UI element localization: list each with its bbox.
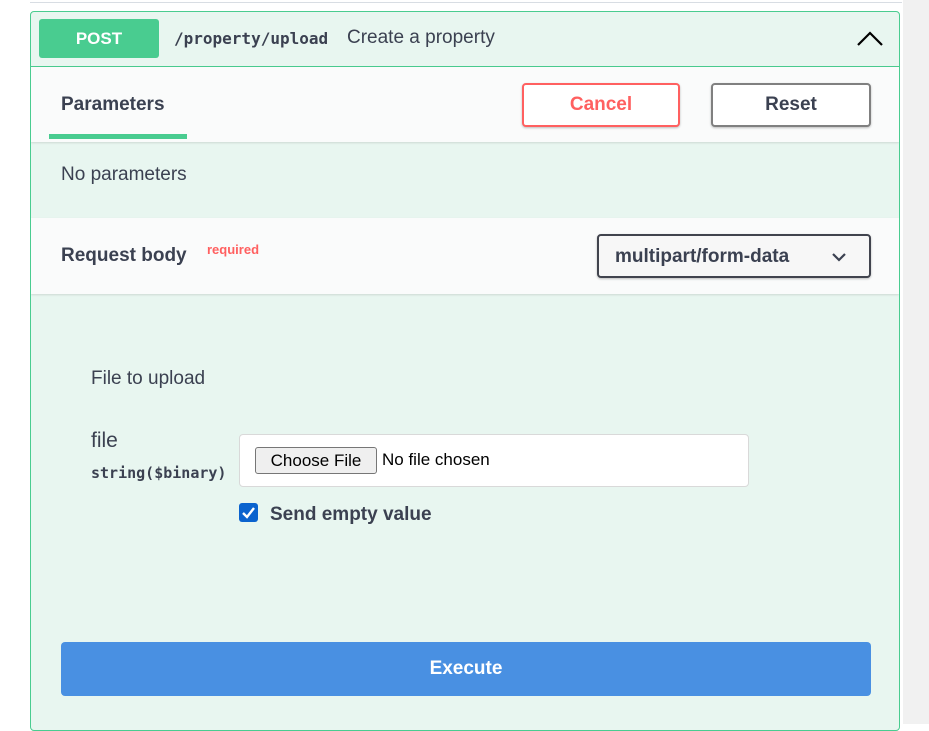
operation-block: POST /property/upload Create a property … — [30, 11, 900, 731]
operation-summary[interactable]: POST /property/upload Create a property — [31, 12, 899, 67]
execute-button[interactable]: Execute — [61, 642, 871, 696]
tab-active-indicator — [49, 134, 187, 139]
tab-parameters-label: Parameters — [61, 94, 165, 115]
endpoint-path: /property/upload — [174, 29, 329, 48]
no-parameters-text: No parameters — [61, 164, 187, 185]
parameters-header: Parameters Cancel Reset — [31, 67, 899, 142]
send-empty-checkbox[interactable] — [239, 503, 258, 522]
content-type-value: multipart/form-data — [615, 246, 790, 267]
request-body-label: Request body — [61, 245, 187, 266]
file-to-upload-title: File to upload — [91, 368, 206, 389]
tab-parameters[interactable]: Parameters — [49, 67, 187, 142]
file-input[interactable]: Choose File No file chosen — [239, 434, 749, 487]
reset-button[interactable]: Reset — [711, 83, 871, 127]
divider — [30, 2, 902, 3]
param-name: file — [91, 429, 118, 452]
content-type-select[interactable]: multipart/form-data — [597, 234, 871, 278]
checkmark-icon — [242, 507, 255, 519]
choose-file-button[interactable]: Choose File — [255, 447, 377, 474]
scrollbar-track[interactable] — [903, 0, 929, 724]
request-body-header: Request body required multipart/form-dat… — [31, 218, 899, 294]
chevron-down-icon — [831, 250, 847, 262]
send-empty-label: Send empty value — [270, 504, 432, 525]
cancel-button[interactable]: Cancel — [522, 83, 680, 127]
required-badge: required — [207, 242, 260, 257]
file-status-text: No file chosen — [382, 450, 490, 469]
param-type: string($binary) — [91, 464, 227, 482]
operation-description: Create a property — [347, 27, 495, 48]
chevron-up-icon[interactable] — [855, 26, 885, 52]
method-badge: POST — [39, 19, 159, 58]
